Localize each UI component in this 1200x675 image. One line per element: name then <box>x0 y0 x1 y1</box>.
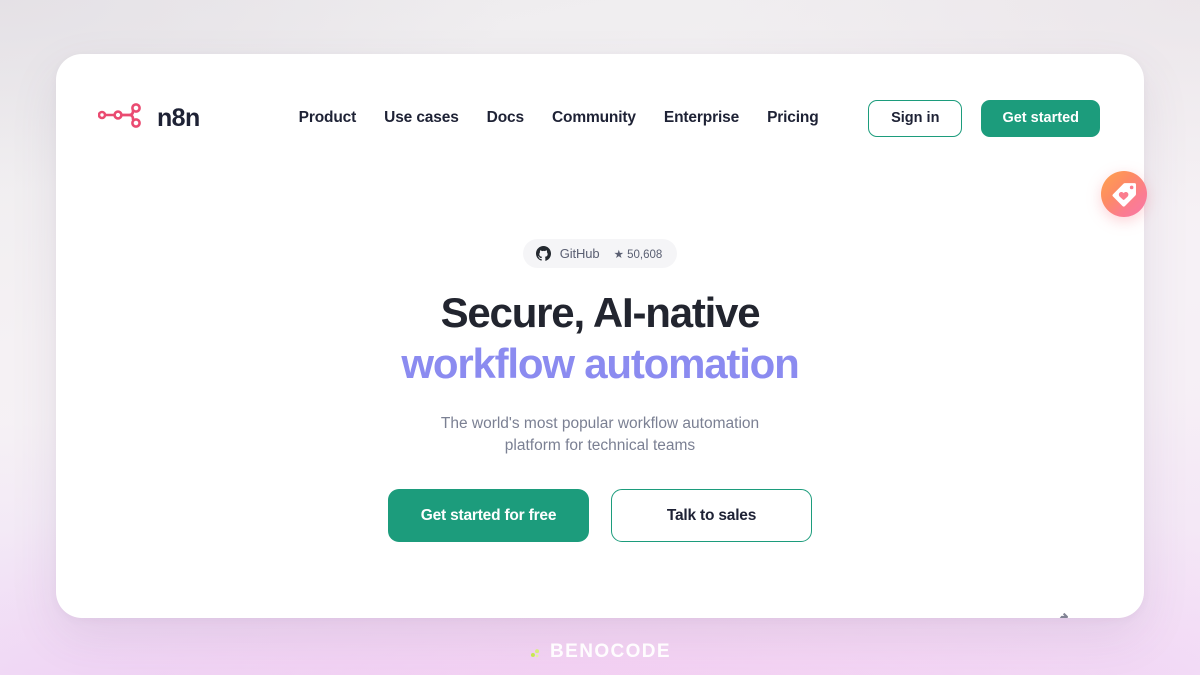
nav-item-use-cases[interactable]: Use cases <box>384 109 459 127</box>
subhead-line-1: The world's most popular workflow automa… <box>440 415 760 432</box>
logo-fragment: . _ .. <box>1086 611 1122 618</box>
brand-logo-link[interactable]: n8n <box>98 103 200 133</box>
logo-fragment: — <box>732 611 750 618</box>
promo-bubble-button[interactable] <box>1101 171 1147 217</box>
customer-logo-strip: _ — — ⎇ . _ .. <box>56 578 1144 618</box>
github-icon <box>535 246 551 261</box>
website-card: n8n Product Use cases Docs Community Ent… <box>56 54 1144 618</box>
benocode-dots-icon <box>530 648 540 657</box>
logo-fragment: — <box>759 611 777 618</box>
site-header: n8n Product Use cases Docs Community Ent… <box>56 54 1144 182</box>
nav-item-community[interactable]: Community <box>552 109 636 127</box>
hero-subheadline: The world's most popular workflow automa… <box>56 413 1144 457</box>
github-label: GitHub <box>559 246 600 261</box>
nav-item-product[interactable]: Product <box>299 109 357 127</box>
hero-section: GitHub ★ 50,608 Secure, AI-native workfl… <box>56 182 1144 542</box>
n8n-node-graph-icon <box>98 103 141 128</box>
logo-fragment: ⎇ <box>1049 611 1069 618</box>
hero-cta-row: Get started for free Talk to sales <box>56 489 1144 542</box>
hero-headline: Secure, AI-native workflow automation <box>56 292 1144 385</box>
price-tag-heart-icon <box>1112 182 1136 207</box>
benocode-watermark: BENOCODE <box>0 641 1200 663</box>
headline-line-1: Secure, AI-native <box>440 289 761 336</box>
github-stars-badge[interactable]: GitHub ★ 50,608 <box>522 239 678 268</box>
primary-navigation: Product Use cases Docs Community Enterpr… <box>299 109 819 127</box>
desktop-background: n8n Product Use cases Docs Community Ent… <box>0 0 1200 675</box>
nav-item-docs[interactable]: Docs <box>487 109 524 127</box>
nav-item-enterprise[interactable]: Enterprise <box>664 109 739 127</box>
header-actions: Sign in Get started <box>868 99 1100 137</box>
nav-item-pricing[interactable]: Pricing <box>767 109 819 127</box>
subhead-line-2: platform for technical teams <box>504 437 696 454</box>
headline-line-2: workflow automation <box>401 340 799 387</box>
talk-to-sales-button[interactable]: Talk to sales <box>611 489 812 542</box>
watermark-text: BENOCODE <box>550 641 671 662</box>
github-star-count: ★ 50,608 <box>613 248 663 261</box>
logo-fragment: _ <box>664 611 674 618</box>
get-started-button[interactable]: Get started <box>981 99 1100 137</box>
sign-in-button[interactable]: Sign in <box>868 99 963 137</box>
brand-wordmark: n8n <box>157 103 200 132</box>
get-started-for-free-button[interactable]: Get started for free <box>388 489 589 542</box>
